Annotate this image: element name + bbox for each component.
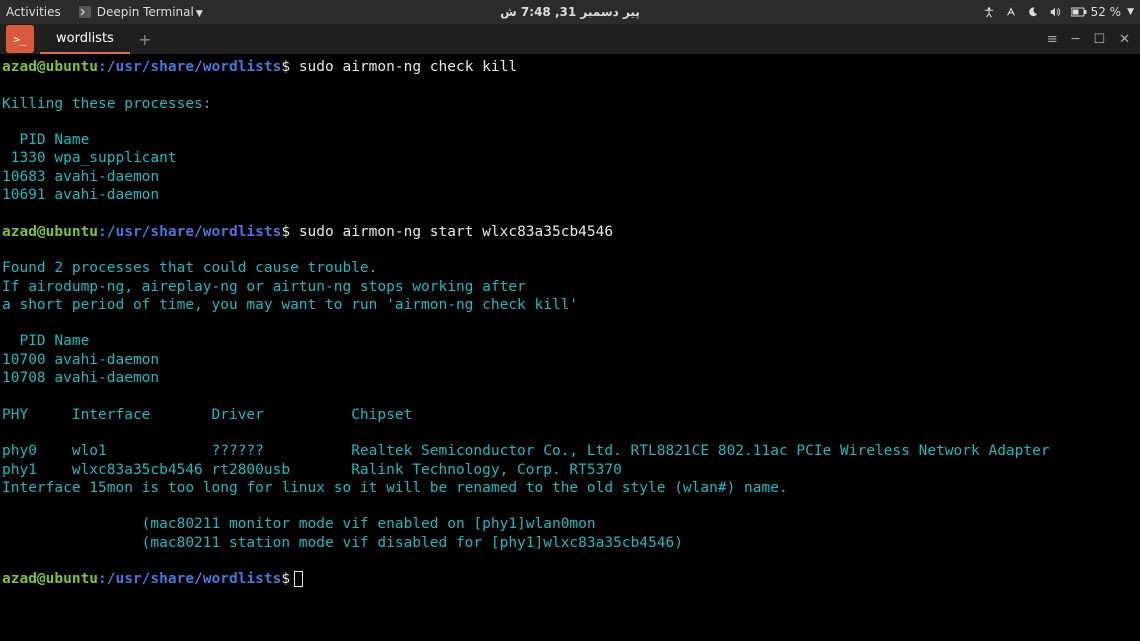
- input-method-icon[interactable]: [1005, 6, 1017, 18]
- prompt-user: azad@ubuntu: [2, 224, 98, 240]
- out-line: 1330 wpa_supplicant: [2, 150, 177, 166]
- prompt-path: :/usr/share/wordlists: [98, 571, 281, 587]
- out-line: 10683 avahi-daemon: [2, 169, 159, 185]
- out-line: phy1 wlxc83a35cb4546 rt2800usb Ralink Te…: [2, 462, 622, 478]
- out-line: 10708 avahi-daemon: [2, 370, 159, 386]
- out-line: phy0 wlo1 ?????? Realtek Semiconductor C…: [2, 443, 1050, 459]
- out-line: (mac80211 station mode vif disabled for …: [2, 535, 683, 551]
- out-line: 10691 avahi-daemon: [2, 187, 159, 203]
- prompt-path: :/usr/share/wordlists: [98, 59, 281, 75]
- new-tab-button[interactable]: +: [130, 24, 160, 54]
- volume-icon[interactable]: [1049, 6, 1061, 18]
- out-line: (mac80211 monitor mode vif enabled on [p…: [2, 516, 596, 532]
- out-line: PID Name: [2, 132, 89, 148]
- out-line: PHY Interface Driver Chipset: [2, 407, 412, 423]
- close-button-icon[interactable]: ✕: [1119, 32, 1130, 47]
- system-top-bar: Activities Deepin Terminal▼ پیر دسمبر 31…: [0, 0, 1140, 24]
- activities-button[interactable]: Activities: [6, 5, 61, 19]
- app-menu[interactable]: Deepin Terminal▼: [97, 5, 203, 19]
- prompt-symbol: $: [281, 224, 290, 240]
- out-line: Killing these processes:: [2, 96, 212, 112]
- prompt-symbol: $: [281, 571, 290, 587]
- terminal-icon: >_: [6, 25, 34, 53]
- menu-button-icon[interactable]: ≡: [1047, 32, 1058, 47]
- out-line: If airodump-ng, aireplay-ng or airtun-ng…: [2, 279, 526, 295]
- prompt-user: azad@ubuntu: [2, 59, 98, 75]
- out-line: 10700 avahi-daemon: [2, 352, 159, 368]
- out-line: PID Name: [2, 333, 89, 349]
- cursor: [294, 571, 303, 587]
- maximize-button-icon[interactable]: ☐: [1093, 32, 1105, 47]
- prompt-path: :/usr/share/wordlists: [98, 224, 281, 240]
- tab-wordlists[interactable]: wordlists: [40, 24, 130, 54]
- out-line: Found 2 processes that could cause troub…: [2, 260, 377, 276]
- out-line: Interface 15mon is too long for linux so…: [2, 480, 788, 496]
- terminal-tab-bar: >_ wordlists + ≡ ─ ☐ ✕: [0, 24, 1140, 54]
- battery-indicator[interactable]: 52 % ▼: [1071, 5, 1134, 19]
- terminal-app-icon: [79, 6, 91, 18]
- minimize-button-icon[interactable]: ─: [1072, 32, 1080, 47]
- out-line: a short period of time, you may want to …: [2, 297, 578, 313]
- clock[interactable]: پیر دسمبر 31, 7:48 ش: [500, 5, 640, 19]
- prompt-symbol: $: [281, 59, 290, 75]
- accessibility-icon[interactable]: [983, 6, 995, 18]
- command-2: sudo airmon-ng start wlxc83a35cb4546: [299, 224, 613, 240]
- prompt-user: azad@ubuntu: [2, 571, 98, 587]
- command-1: sudo airmon-ng check kill: [299, 59, 517, 75]
- terminal-output[interactable]: azad@ubuntu:/usr/share/wordlists$ sudo a…: [0, 54, 1140, 641]
- night-mode-icon[interactable]: [1027, 6, 1039, 18]
